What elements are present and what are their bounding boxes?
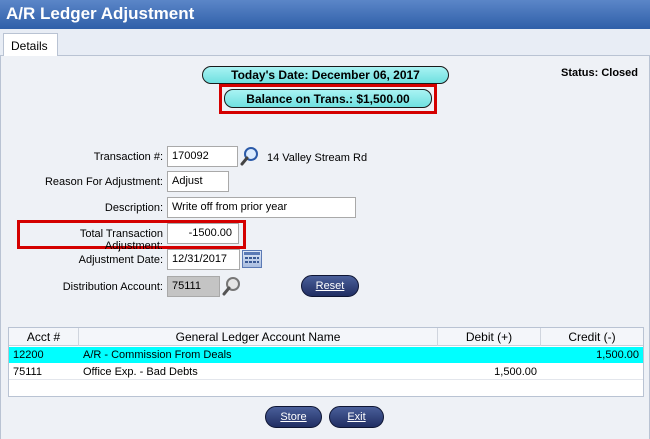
col-account-name: General Ledger Account Name (79, 328, 438, 346)
distribution-account-field[interactable]: 75111 (167, 276, 220, 297)
tab-strip: Details (0, 29, 650, 57)
exit-button[interactable]: Exit (329, 406, 384, 428)
row-debit (438, 347, 541, 363)
table-row[interactable]: 75111 Office Exp. - Bad Debts 1,500.00 (9, 364, 643, 380)
store-button[interactable]: Store (265, 406, 322, 428)
table-row[interactable]: 12200 A/R - Commission From Deals 1,500.… (9, 347, 643, 363)
adjustment-date-label: Adjustment Date: (78, 254, 163, 266)
distribution-search-icon[interactable] (222, 276, 242, 296)
property-address: 14 Valley Stream Rd (267, 152, 368, 164)
reason-label: Reason For Adjustment: (44, 176, 163, 188)
row-acct: 75111 (13, 366, 42, 378)
total-adjustment-label: Total Transaction Adjustment: (79, 228, 163, 252)
balance-banner: Balance on Trans.: $1,500.00 (224, 89, 432, 108)
col-credit: Credit (-) (568, 330, 616, 344)
description-field[interactable]: Write off from prior year (167, 197, 356, 218)
row-debit: 1,500.00 (494, 366, 537, 378)
todays-date-banner: Today's Date: December 06, 2017 (202, 66, 449, 84)
calendar-icon[interactable] (242, 250, 262, 268)
total-adjustment-field[interactable]: -1500.00 (167, 223, 239, 244)
row-credit (541, 364, 643, 380)
distribution-account-label: Distribution Account: (62, 281, 163, 293)
row-account-name: A/R - Commission From Deals (83, 349, 232, 361)
description-label: Description: (104, 202, 163, 214)
grid-header: Acct # General Ledger Account Name Debit… (9, 328, 643, 346)
transaction-label: Transaction #: (93, 151, 163, 163)
row-credit: 1,500.00 (596, 349, 639, 361)
col-debit: Debit (+) (438, 328, 541, 346)
tab-details[interactable]: Details (3, 33, 58, 57)
row-acct: 12200 (13, 349, 44, 361)
adjustment-date-field[interactable]: 12/31/2017 (167, 249, 240, 270)
transaction-search-icon[interactable] (240, 146, 260, 166)
status-label: Status: Closed (561, 67, 639, 79)
row-account-name: Office Exp. - Bad Debts (83, 366, 198, 378)
col-acct: Acct # (9, 328, 79, 346)
reason-field[interactable]: Adjust (167, 171, 229, 192)
ledger-grid: Acct # General Ledger Account Name Debit… (8, 327, 644, 397)
transaction-field[interactable]: 170092 (167, 146, 238, 167)
reset-button[interactable]: Reset (301, 275, 359, 297)
window-title: A/R Ledger Adjustment (0, 0, 650, 29)
details-panel: Today's Date: December 06, 2017 Balance … (0, 56, 650, 439)
